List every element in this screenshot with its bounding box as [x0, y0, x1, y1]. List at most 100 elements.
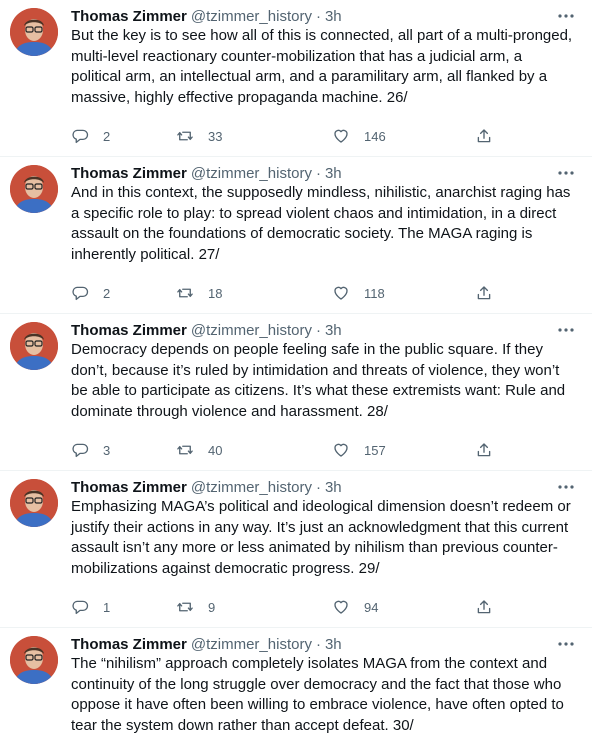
reply-icon [72, 443, 89, 458]
reply-button[interactable]: 2 [71, 284, 110, 302]
more-options-button[interactable] [556, 6, 576, 26]
tweet[interactable]: Thomas Zimmer @tzimmer_history · 3h Demo… [0, 314, 592, 471]
reply-icon [72, 129, 89, 144]
more-options-button[interactable] [556, 320, 576, 340]
retweet-button[interactable]: 9 [176, 598, 215, 616]
retweet-icon [177, 445, 193, 455]
timestamp[interactable]: 3h [325, 165, 342, 182]
reply-count: 2 [103, 285, 111, 301]
tweet-actions: 2 33 146 [71, 127, 501, 149]
author-name[interactable]: Thomas Zimmer [71, 479, 187, 496]
retweet-button[interactable]: 33 [176, 127, 222, 145]
tweet-text: Emphasizing MAGA’s political and ideolog… [71, 498, 571, 577]
tweet-body: Thomas Zimmer @tzimmer_history · 3h But … [71, 6, 578, 144]
avatar[interactable] [10, 479, 58, 527]
like-count: 157 [364, 442, 386, 458]
author-name[interactable]: Thomas Zimmer [71, 636, 187, 653]
timestamp[interactable]: 3h [325, 322, 342, 339]
like-count: 146 [364, 128, 386, 144]
tweet[interactable]: Thomas Zimmer @tzimmer_history · 3h But … [0, 0, 592, 157]
separator: · [315, 7, 321, 25]
reply-icon [72, 600, 89, 615]
share-icon [477, 286, 491, 300]
reply-button[interactable]: 3 [71, 441, 110, 459]
retweet-button[interactable]: 40 [176, 441, 222, 459]
tweet-header: Thomas Zimmer @tzimmer_history · 3h [71, 634, 578, 654]
tweet-header: Thomas Zimmer @tzimmer_history · 3h [71, 477, 578, 497]
heart-icon [334, 129, 348, 143]
share-button[interactable] [475, 441, 493, 459]
like-button[interactable]: 94 [332, 598, 378, 616]
more-options-button[interactable] [556, 634, 576, 654]
more-icon [558, 642, 574, 646]
like-count: 94 [364, 599, 379, 615]
more-icon [558, 171, 574, 175]
like-button[interactable]: 157 [332, 441, 386, 459]
author-name[interactable]: Thomas Zimmer [71, 165, 187, 182]
more-icon [558, 328, 574, 332]
timestamp[interactable]: 3h [325, 636, 342, 653]
reply-count: 2 [103, 128, 111, 144]
tweet[interactable]: Thomas Zimmer @tzimmer_history · 3h And … [0, 157, 592, 314]
share-button[interactable] [475, 284, 493, 302]
tweet-header: Thomas Zimmer @tzimmer_history · 3h [71, 163, 578, 183]
author-name[interactable]: Thomas Zimmer [71, 322, 187, 339]
tweet-header: Thomas Zimmer @tzimmer_history · 3h [71, 320, 578, 340]
author-handle[interactable]: @tzimmer_history [191, 165, 312, 182]
reply-icon [72, 286, 89, 301]
more-options-button[interactable] [556, 477, 576, 497]
tweet-actions: 3 40 157 [71, 441, 501, 463]
author-handle[interactable]: @tzimmer_history [191, 322, 312, 339]
heart-icon [334, 600, 348, 614]
tweet-body: Thomas Zimmer @tzimmer_history · 3h The … [71, 634, 578, 736]
heart-icon [334, 443, 348, 457]
author-handle[interactable]: @tzimmer_history [191, 636, 312, 653]
share-button[interactable] [475, 127, 493, 145]
retweet-count: 9 [208, 599, 216, 615]
tweet-body: Thomas Zimmer @tzimmer_history · 3h And … [71, 163, 578, 301]
avatar[interactable] [10, 8, 58, 56]
tweet-text: Democracy depends on people feeling safe… [71, 341, 566, 420]
tweet[interactable]: Thomas Zimmer @tzimmer_history · 3h The … [0, 628, 592, 736]
more-icon [558, 14, 574, 18]
reply-button[interactable]: 2 [71, 127, 110, 145]
more-icon [558, 485, 574, 489]
retweet-icon [177, 288, 193, 298]
retweet-button[interactable]: 18 [176, 284, 222, 302]
heart-icon [334, 286, 348, 300]
share-button[interactable] [475, 598, 493, 616]
author-handle[interactable]: @tzimmer_history [191, 8, 312, 25]
reply-count: 3 [103, 442, 111, 458]
more-options-button[interactable] [556, 163, 576, 183]
retweet-icon [177, 602, 193, 612]
author-handle[interactable]: @tzimmer_history [191, 479, 312, 496]
tweet-text: The “nihilism” approach completely isola… [71, 655, 564, 734]
avatar[interactable] [10, 165, 58, 213]
like-button[interactable]: 146 [332, 127, 386, 145]
reply-count: 1 [103, 599, 111, 615]
like-button[interactable]: 118 [332, 284, 385, 302]
separator: · [315, 478, 321, 496]
tweet-text: And in this context, the supposedly mind… [71, 184, 571, 263]
timestamp[interactable]: 3h [325, 8, 342, 25]
timeline-feed: Thomas Zimmer @tzimmer_history · 3h But … [0, 0, 592, 736]
avatar[interactable] [10, 636, 58, 684]
separator: · [315, 321, 321, 339]
author-name[interactable]: Thomas Zimmer [71, 8, 187, 25]
separator: · [315, 635, 321, 653]
tweet-body: Thomas Zimmer @tzimmer_history · 3h Emph… [71, 477, 578, 615]
share-icon [477, 600, 491, 614]
timestamp[interactable]: 3h [325, 479, 342, 496]
tweet-text: But the key is to see how all of this is… [71, 27, 573, 106]
tweet[interactable]: Thomas Zimmer @tzimmer_history · 3h Emph… [0, 471, 592, 628]
retweet-icon [177, 131, 193, 141]
like-count: 118 [364, 285, 385, 301]
retweet-count: 33 [208, 128, 223, 144]
retweet-count: 40 [208, 442, 223, 458]
tweet-actions: 2 18 118 [71, 284, 501, 306]
avatar[interactable] [10, 322, 58, 370]
reply-button[interactable]: 1 [71, 598, 110, 616]
share-icon [477, 443, 491, 457]
retweet-count: 18 [208, 285, 223, 301]
tweet-header: Thomas Zimmer @tzimmer_history · 3h [71, 6, 578, 26]
